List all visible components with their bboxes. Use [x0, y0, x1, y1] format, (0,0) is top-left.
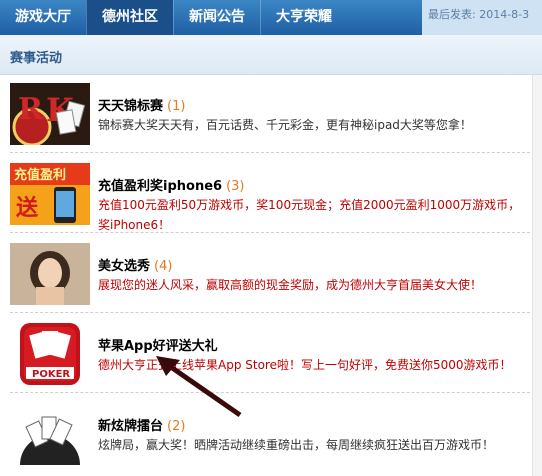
- divider: [10, 232, 530, 233]
- item-title[interactable]: 美女选秀 (4): [98, 255, 172, 274]
- reply-count: (3): [226, 179, 245, 194]
- item-title-text[interactable]: 天天锦标赛: [98, 99, 163, 114]
- last-post-info: 最后发表: 2014-8-3 09:17: [422, 0, 542, 51]
- scrollbar[interactable]: [532, 75, 542, 476]
- item-title[interactable]: 新炫牌擂台 (2): [98, 415, 185, 434]
- item-description: 展现您的迷人风采，赢取高额的现金奖励，成为德州大亨首届美女大使！: [98, 278, 483, 292]
- item-description: 充值100元盈利50万游戏币，奖100元现金；充值2000元盈利1000万游戏币…: [98, 198, 521, 232]
- section-title: 赛事活动: [10, 51, 63, 66]
- reply-count: (2): [167, 419, 186, 434]
- model-photo[interactable]: [10, 243, 90, 305]
- item-title-text[interactable]: 充值盈利奖iphone6: [98, 179, 222, 194]
- divider: [10, 152, 530, 153]
- item-title[interactable]: 天天锦标赛 (1): [98, 95, 185, 114]
- divider: [10, 312, 530, 313]
- poker-label: POKER: [32, 369, 70, 380]
- list-item[interactable]: POKER 苹果App好评送大礼 德州大亨正式上线苹果App Store啦！写上…: [0, 315, 530, 395]
- item-title[interactable]: 充值盈利奖iphone6 (3): [98, 175, 245, 194]
- item-title-text[interactable]: 美女选秀: [98, 259, 150, 274]
- tab-texas-community[interactable]: 德州社区: [86, 0, 173, 35]
- promo-badge-text-2: 送: [16, 195, 38, 221]
- item-title-text[interactable]: 新炫牌擂台: [98, 419, 163, 434]
- cards-fan-icon[interactable]: [10, 403, 90, 465]
- nav-tabs: 游戏大厅 德州社区 新闻公告 大亨荣耀: [0, 0, 347, 35]
- top-nav: 2014-8 游戏大厅 德州社区 新闻公告 大亨荣耀 最后发表: 2014-8-…: [0, 0, 542, 51]
- svg-text:R: R: [18, 92, 44, 127]
- item-title-text[interactable]: 苹果App好评送大礼: [98, 339, 218, 354]
- section-header: 赛事活动: [0, 35, 542, 75]
- list-item[interactable]: 充值盈利 送 充值盈利奖iphone6 (3) 充值100元盈利50万游戏币，奖1…: [0, 155, 530, 235]
- recharge-promo-icon[interactable]: 充值盈利 送: [10, 163, 90, 225]
- tab-game-lobby[interactable]: 游戏大厅: [0, 0, 86, 35]
- item-description: 德州大亨正式上线苹果App Store啦！写上一句好评，免费送你5000游戏币！: [98, 358, 512, 372]
- item-description: 锦标赛大奖天天有，百元话费、千元彩金，更有神秘ipad大奖等您拿！: [98, 118, 472, 132]
- reply-count: (1): [167, 99, 186, 114]
- poker-rk-icon[interactable]: R K: [10, 83, 90, 145]
- list-item[interactable]: R K 天天锦标赛 (1) 锦标赛大奖天天有，百元话费、千元彩金，更有神秘ipad…: [0, 75, 530, 155]
- item-title[interactable]: 苹果App好评送大礼: [98, 335, 222, 354]
- poker-app-icon[interactable]: POKER: [10, 323, 90, 385]
- list-item[interactable]: 新炫牌擂台 (2) 炫牌局，赢大奖！晒牌活动继续重磅出击，每周继续疯狂送出百万游戏…: [0, 395, 530, 475]
- list-item[interactable]: 美女选秀 (4) 展现您的迷人风采，赢取高额的现金奖励，成为德州大亨首届美女大使！: [0, 235, 530, 315]
- tab-tycoon-honor[interactable]: 大亨荣耀: [260, 0, 347, 35]
- item-description: 炫牌局，赢大奖！晒牌活动继续重磅出击，每周继续疯狂送出百万游戏币！: [98, 438, 495, 452]
- divider: [10, 392, 530, 393]
- promo-badge-text: 充值盈利: [14, 167, 66, 183]
- reply-count: (4): [154, 259, 173, 274]
- tab-news[interactable]: 新闻公告: [173, 0, 260, 35]
